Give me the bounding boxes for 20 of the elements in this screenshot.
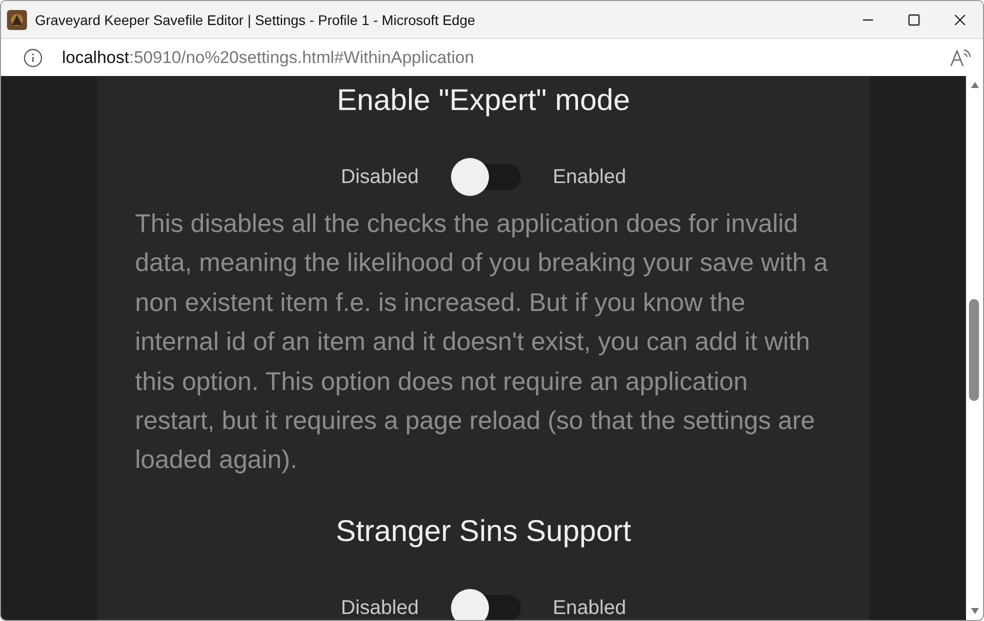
read-aloud-icon[interactable] — [949, 48, 971, 68]
close-icon — [954, 14, 966, 26]
info-icon[interactable] — [23, 48, 43, 68]
scroll-down-icon[interactable] — [970, 607, 980, 615]
toggle-switch[interactable] — [450, 588, 521, 620]
scrollbar-thumb[interactable] — [969, 299, 979, 401]
section-heading: Stranger Sins Support — [336, 514, 632, 550]
toggle-switch[interactable] — [450, 158, 521, 196]
description-text: This disables all the checks the application does for invalid data, meaning the likelihood of you breaking your save with a non existent item f.e. is increased. But if you know the internal id of an item and it doesn't exist, you can add it with this option. This option does not require an application restart, but it requires a page reload (so that the settings are loaded again). — [135, 209, 829, 476]
scroll-up-icon[interactable] — [970, 81, 980, 89]
scrollbar[interactable] — [966, 76, 983, 620]
toggle-label: Disabled — [340, 166, 419, 188]
toggle-label: Disabled — [340, 596, 419, 619]
window-title: Graveyard Keeper Savefile Editor | Settings - Profile 1 - Microsoft Edge — [35, 12, 476, 28]
app-icon — [7, 10, 27, 30]
section-heading: Enable "Expert" mode — [336, 83, 630, 119]
toggle-label: Enabled — [552, 596, 626, 619]
toggle-label: Enabled — [552, 166, 626, 188]
address-field[interactable]: localhost:50910/no%20settings.html#WithinApplication — [62, 48, 949, 68]
maximize-icon — [908, 14, 920, 26]
